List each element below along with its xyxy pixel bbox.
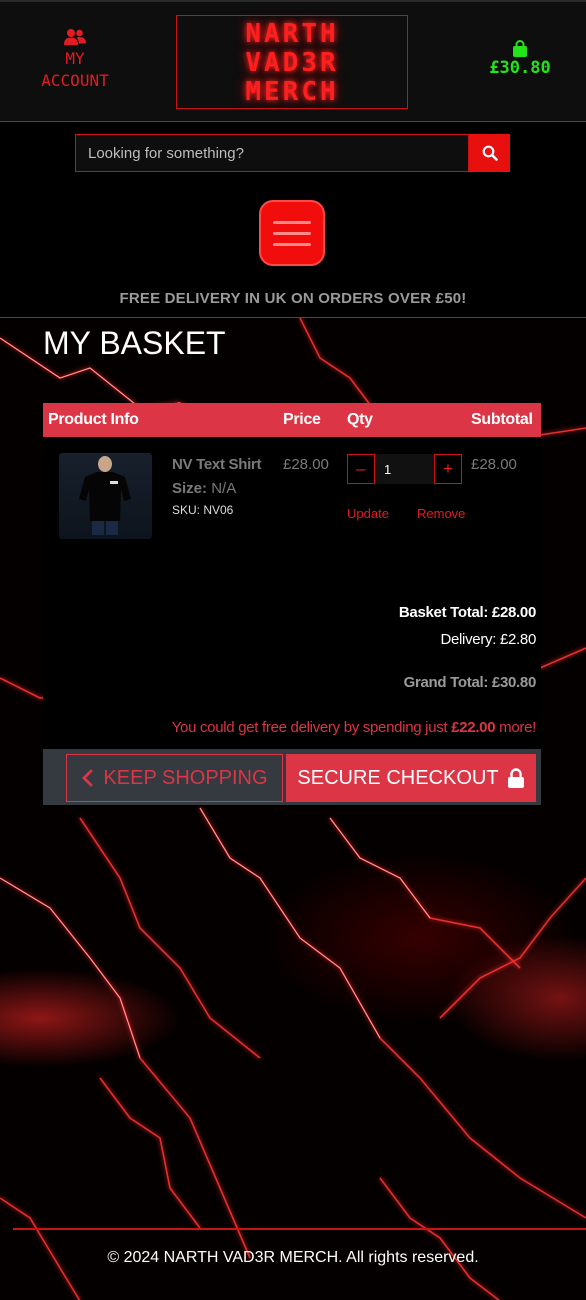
secure-checkout-label: SECURE CHECKOUT — [297, 766, 499, 789]
promo-banner: FREE DELIVERY IN UK ON ORDERS OVER £50! — [119, 290, 467, 307]
tshirt-photo — [79, 456, 131, 535]
search-button[interactable] — [469, 134, 510, 172]
logo-line-3: MERCH — [245, 77, 339, 107]
product-image[interactable] — [59, 453, 152, 539]
grand-total-line: Grand Total: £30.80 — [403, 674, 537, 691]
my-account-link[interactable]: MY ACCOUNT — [20, 28, 130, 92]
remove-link[interactable]: Remove — [417, 506, 465, 521]
footer-copyright: © 2024 NARTH VAD3R MERCH. All rights res… — [107, 1249, 479, 1266]
basket-total-line: Basket Total: £28.00 — [398, 604, 536, 621]
search-form — [75, 134, 510, 172]
account-label-line1: MY — [65, 49, 85, 68]
menu-toggle-button[interactable] — [259, 200, 325, 266]
header-qty: Qty — [347, 411, 373, 428]
secure-checkout-button[interactable]: SECURE CHECKOUT — [286, 754, 536, 802]
site-header: MY ACCOUNT NARTH VAD3R MERCH £30.80 — [0, 2, 586, 122]
basket-table: Product Info Price Qty Subtotal NV Text … — [43, 403, 541, 749]
free-delivery-amount: £22.00 — [451, 719, 496, 736]
update-link[interactable]: Update — [347, 506, 389, 521]
search-input[interactable] — [75, 134, 469, 172]
lock-icon — [507, 768, 524, 788]
keep-shopping-label: KEEP SHOPPING — [103, 766, 268, 789]
increment-button[interactable]: + — [434, 454, 462, 484]
size-value: N/A — [211, 480, 237, 497]
free-delivery-prefix: You could get free delivery by spending … — [171, 719, 448, 736]
product-size: Size: N/A — [172, 480, 236, 497]
product-name[interactable]: NV Text Shirt — [172, 456, 261, 473]
product-sku: SKU: NV06 — [172, 503, 234, 517]
basket-total: £30.80 — [489, 58, 551, 78]
page-title: MY BASKET — [43, 325, 226, 361]
site-logo[interactable]: NARTH VAD3R MERCH — [176, 15, 408, 109]
header-price: Price — [283, 411, 321, 428]
decrement-button[interactable]: – — [347, 454, 375, 484]
logo-line-2: VAD3R — [245, 48, 339, 78]
footer-divider — [13, 1228, 586, 1230]
header-product-info: Product Info — [48, 411, 139, 428]
header-subtotal: Subtotal — [471, 411, 533, 428]
users-icon — [64, 29, 86, 45]
free-delivery-notice: You could get free delivery by spending … — [171, 719, 537, 736]
size-label: Size: — [172, 480, 208, 497]
quantity-input[interactable] — [375, 454, 434, 484]
hamburger-icon — [273, 220, 311, 224]
search-icon — [482, 145, 498, 161]
basket-link[interactable]: £30.80 — [470, 40, 570, 79]
product-subtotal: £28.00 — [471, 456, 517, 473]
quantity-stepper: – + — [347, 454, 462, 484]
basket-actions: KEEP SHOPPING SECURE CHECKOUT — [43, 749, 541, 805]
shopping-bag-icon — [513, 40, 527, 57]
table-header: Product Info Price Qty Subtotal — [43, 403, 541, 437]
logo-line-1: NARTH — [245, 19, 339, 49]
account-label-line2: ACCOUNT — [41, 71, 109, 90]
delivery-line: Delivery: £2.80 — [440, 631, 536, 648]
product-price: £28.00 — [283, 456, 329, 473]
chevron-left-icon — [82, 769, 93, 787]
keep-shopping-button[interactable]: KEEP SHOPPING — [66, 754, 283, 802]
free-delivery-suffix: more! — [499, 719, 536, 736]
